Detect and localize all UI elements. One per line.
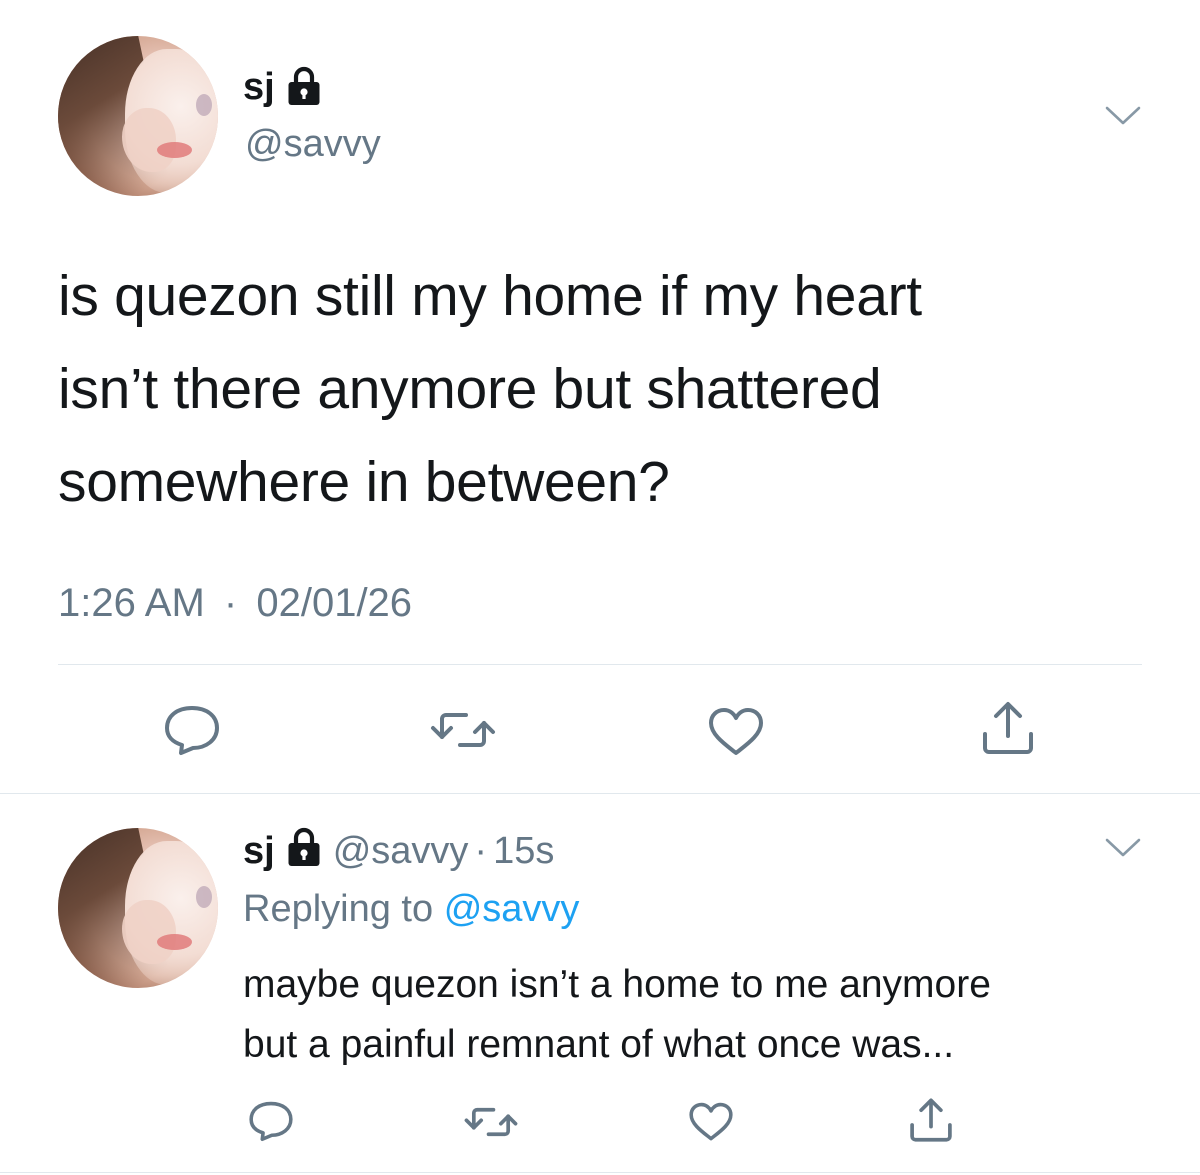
lock-icon bbox=[287, 827, 321, 877]
reply-text: maybe quezon isn’t a home to me anymore … bbox=[243, 963, 991, 1066]
reply-user-handle[interactable]: @savvy bbox=[333, 830, 469, 873]
chevron-down-icon[interactable] bbox=[1104, 836, 1142, 860]
reply-icon[interactable] bbox=[248, 1100, 294, 1142]
tweet-time: 1:26 AM bbox=[58, 581, 205, 625]
reply-avatar[interactable] bbox=[58, 828, 218, 988]
retweet-icon[interactable] bbox=[430, 707, 496, 753]
chevron-down-icon[interactable] bbox=[1104, 104, 1142, 128]
separator-dot: · bbox=[474, 829, 488, 872]
reply-icon[interactable] bbox=[163, 704, 221, 756]
heart-icon[interactable] bbox=[707, 707, 765, 757]
separator-dot: · bbox=[223, 581, 238, 625]
share-icon[interactable] bbox=[980, 700, 1036, 756]
reply-display-name[interactable]: sj bbox=[243, 830, 275, 873]
share-icon[interactable] bbox=[908, 1097, 954, 1143]
tweet-age: 15s bbox=[493, 829, 555, 872]
replying-to-label: Replying to bbox=[243, 888, 434, 930]
replying-to-handle[interactable]: @savvy bbox=[444, 888, 580, 930]
retweet-icon[interactable] bbox=[464, 1103, 518, 1141]
bottom-divider bbox=[0, 1172, 1200, 1173]
divider bbox=[58, 664, 1142, 665]
tweet-date: 02/01/26 bbox=[256, 581, 413, 625]
lock-icon bbox=[287, 66, 321, 111]
section-divider bbox=[0, 793, 1200, 794]
user-handle[interactable]: @savvy bbox=[245, 122, 381, 166]
tweet-text: is quezon still my home if my heart isn’… bbox=[58, 264, 922, 514]
avatar[interactable] bbox=[58, 36, 218, 196]
display-name[interactable]: sj bbox=[243, 66, 275, 109]
heart-icon[interactable] bbox=[688, 1102, 734, 1142]
